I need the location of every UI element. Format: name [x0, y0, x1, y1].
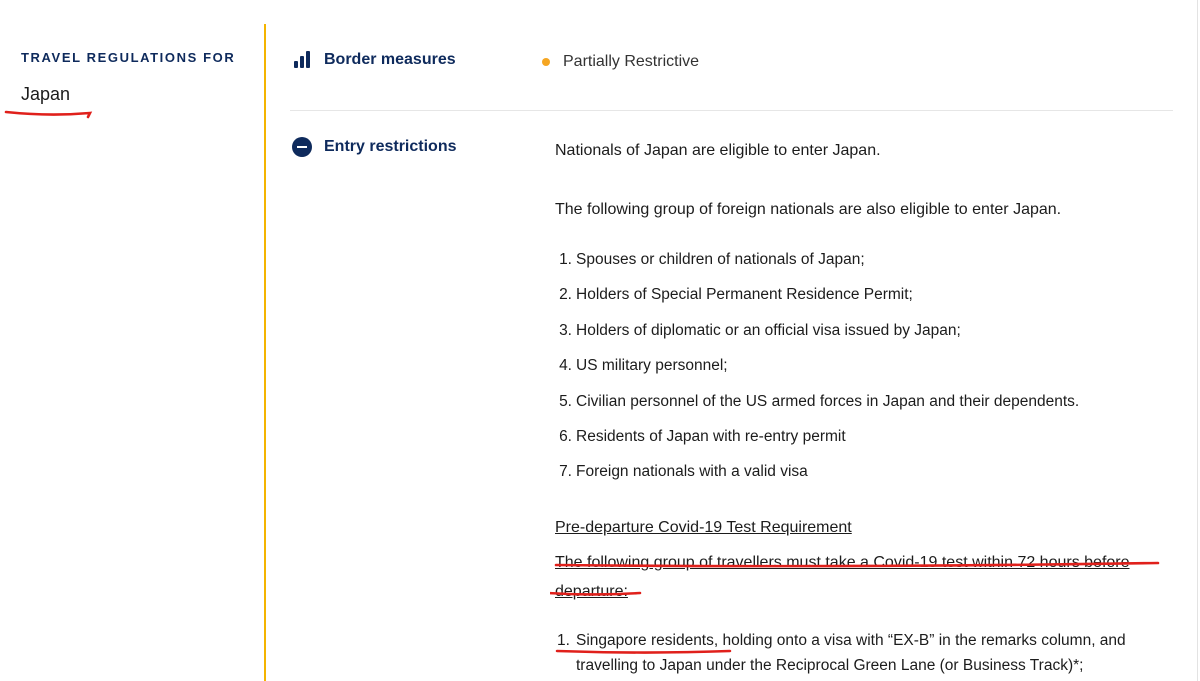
selected-country[interactable]: Japan	[21, 84, 70, 105]
border-measures-label: Border measures	[324, 51, 456, 68]
page-edge-divider	[1197, 0, 1198, 681]
pre-departure-body: The following group of travellers must t…	[555, 554, 1130, 600]
pre-departure-title: Pre-departure Covid-19 Test Requirement	[555, 519, 852, 536]
sidebar: TRAVEL REGULATIONS FOR Japan	[0, 0, 255, 681]
list-item-number: 1.	[559, 251, 572, 268]
list-item-number: 2.	[559, 286, 572, 304]
list-item-number: 7.	[559, 463, 572, 481]
list-item-number: 3.	[559, 321, 572, 339]
status-dot-icon	[542, 58, 550, 66]
border-status: Partially Restrictive	[542, 53, 699, 71]
list-item-text: Holders of Special Permanent Residence P…	[576, 286, 913, 304]
list-item: 6. Residents of Japan with re-entry permi…	[555, 428, 1175, 463]
list-item: 1. Spouses or children of nationals of Ja…	[555, 251, 1175, 286]
section-divider	[290, 110, 1173, 111]
list-item-number: 5.	[559, 392, 572, 410]
list-item-text: Holders of diplomatic or an official vis…	[576, 321, 961, 339]
nationals-intro: Nationals of Japan are eligible to enter…	[555, 142, 881, 159]
border-status-text: Partially Restrictive	[563, 53, 700, 70]
country-annotation-underline	[4, 110, 93, 119]
list-item-text: Residents of Japan with re-entry permit	[576, 427, 846, 445]
entry-restrictions-label: Entry restrictions	[324, 138, 457, 155]
list-item-text: Foreign nationals with a valid visa	[576, 463, 808, 481]
foreign-group-intro: The following group of foreign nationals…	[555, 201, 1062, 218]
list-item-number: 6.	[559, 427, 572, 445]
eligible-groups-list: 1. Spouses or children of nationals of Ja…	[555, 251, 1175, 499]
section-accent-rule	[264, 24, 266, 681]
bar-chart-icon	[292, 50, 312, 70]
list-item-text: US military personnel;	[576, 357, 728, 375]
list-item: 5. Civilian personnel of the US armed for…	[555, 393, 1175, 428]
minus-circle-icon	[292, 137, 312, 157]
list-item: 2. Holders of Special Permanent Residence…	[555, 286, 1175, 321]
list-item-text: Spouses or children of nationals of Japa…	[576, 251, 865, 268]
list-item-text: Civilian personnel of the US armed force…	[576, 392, 1080, 410]
entry-restrictions-heading: Entry restrictions	[292, 137, 456, 157]
list-item: 7. Foreign nationals with a valid visa	[555, 463, 1175, 498]
test-group-text: Singapore residents, holding onto a visa…	[576, 632, 1126, 674]
list-item: 4. US military personnel;	[555, 357, 1175, 392]
list-item-number: 4.	[559, 357, 572, 375]
border-measures-heading: Border measures	[292, 50, 456, 70]
sidebar-kicker: TRAVEL REGULATIONS FOR	[21, 50, 236, 65]
list-item: 3. Holders of diplomatic or an official v…	[555, 322, 1175, 357]
test-group-item: 1. Singapore residents, holding onto a v…	[557, 628, 1167, 678]
list-item-number: 1.	[557, 632, 570, 649]
